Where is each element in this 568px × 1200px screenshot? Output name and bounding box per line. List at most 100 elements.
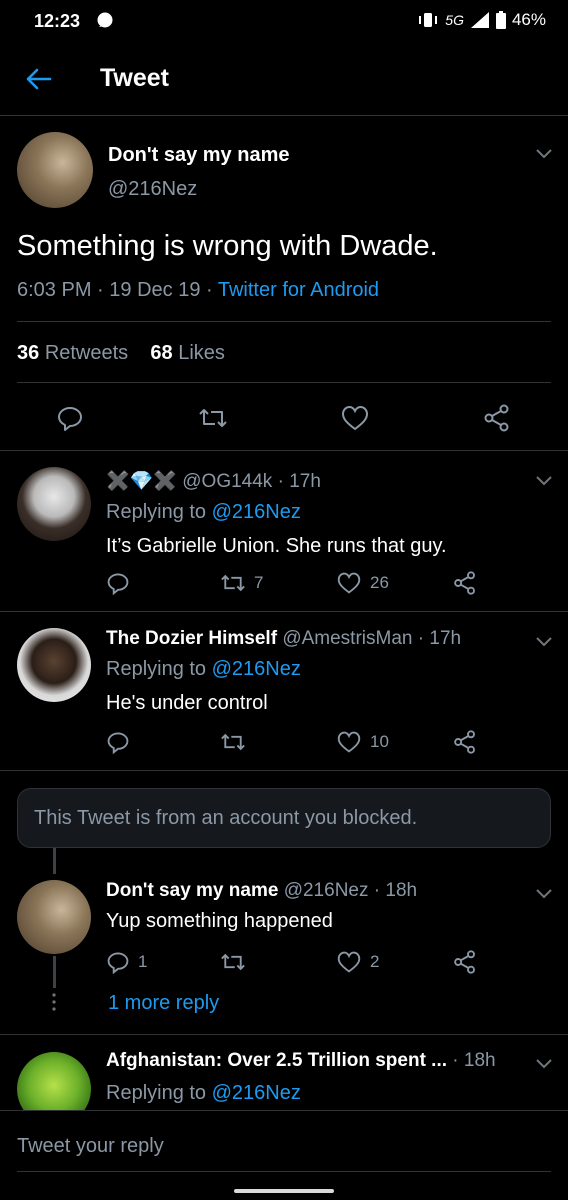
author-handle[interactable]: @OG144k: [182, 471, 272, 492]
home-indicator[interactable]: [234, 1189, 334, 1193]
author-name[interactable]: Afghanistan: Over 2.5 Trillion spent ...: [106, 1050, 447, 1071]
status-time: 12:23: [34, 11, 81, 31]
tweet-date: 19 Dec 19: [109, 279, 201, 301]
retweet-icon: [221, 733, 245, 751]
retweets-label: Retweets: [44, 342, 129, 364]
share-icon: [454, 950, 475, 974]
author-name[interactable]: The Dozier Himself: [106, 628, 277, 649]
replying-to-handle[interactable]: @216Nez: [212, 501, 301, 523]
reply-composer: Tweet your reply: [0, 1110, 568, 1200]
reply-text: He's under control: [106, 692, 268, 714]
retweet-button[interactable]: [220, 730, 246, 754]
heart-icon: [341, 405, 369, 431]
avatar[interactable]: [17, 880, 91, 954]
retweet-count: 36: [17, 342, 40, 364]
reply-tweet[interactable]: Afghanistan: Over 2.5 Trillion spent ...…: [0, 1036, 568, 1110]
tweet-time: 6:03 PM: [17, 279, 92, 301]
back-arrow-icon[interactable]: [24, 64, 54, 94]
replying-to: Replying to @216Nez: [106, 658, 301, 681]
author-handle[interactable]: @AmestrisMan: [282, 628, 412, 649]
avatar[interactable]: [17, 1052, 91, 1110]
retweet-button[interactable]: [220, 950, 246, 974]
like-count-link[interactable]: 68 Likes: [150, 342, 225, 364]
avatar[interactable]: [17, 467, 91, 541]
chevron-down-icon[interactable]: [535, 888, 553, 900]
battery-icon: [495, 11, 506, 29]
tweet-source[interactable]: Twitter for Android: [218, 279, 379, 301]
more-replies-link[interactable]: 1 more reply: [108, 992, 219, 1015]
chevron-down-icon[interactable]: [535, 636, 553, 648]
likes-label: Likes: [178, 342, 225, 364]
reply-button[interactable]: 1: [106, 950, 147, 974]
share-button[interactable]: [452, 571, 478, 595]
divider: [17, 1171, 551, 1172]
replying-to-handle[interactable]: @216Nez: [212, 1082, 301, 1104]
divider: [17, 321, 551, 322]
heart-icon: [337, 572, 361, 594]
replying-to-label: Replying to: [106, 501, 207, 523]
reply-header: The Dozier Himself @AmestrisMan · 17h: [106, 628, 462, 649]
like-button[interactable]: 10: [336, 730, 389, 754]
share-button[interactable]: [452, 730, 478, 754]
tweet-stats: 36 Retweets 68 Likes: [17, 342, 225, 365]
avatar[interactable]: [17, 628, 91, 702]
share-icon: [484, 404, 509, 432]
retweet-count-link[interactable]: 36 Retweets: [17, 342, 128, 364]
heart-icon: [337, 951, 361, 973]
blocked-tweet-notice[interactable]: This Tweet is from an account you blocke…: [17, 788, 551, 848]
reply-header: ✖️💎✖️ @OG144k · 17h: [106, 471, 321, 492]
reply-count: 1: [138, 952, 148, 971]
reply-tweet[interactable]: Don't say my name @216Nez · 18h Yup some…: [0, 860, 568, 1035]
retweet-button[interactable]: 7: [220, 571, 263, 595]
retweet-icon: [221, 574, 245, 592]
reply-time: 18h: [385, 880, 418, 901]
retweet-count: 7: [254, 573, 264, 592]
vibrate-icon: [419, 13, 438, 27]
share-button[interactable]: [482, 404, 512, 432]
retweet-button[interactable]: [198, 404, 228, 432]
battery-percent: 46%: [511, 10, 546, 29]
chevron-down-icon[interactable]: [535, 148, 553, 160]
share-icon: [454, 730, 475, 754]
reply-text: It’s Gabrielle Union. She runs that guy.: [106, 535, 447, 557]
tweet-text: Something is wrong with Dwade.: [17, 230, 438, 262]
like-count: 2: [370, 952, 380, 971]
like-button[interactable]: [340, 404, 370, 432]
replying-to: Replying to @216Nez: [106, 1082, 301, 1105]
avatar[interactable]: [17, 132, 93, 208]
reply-header: Afghanistan: Over 2.5 Trillion spent ...…: [106, 1050, 496, 1071]
reply-button[interactable]: [106, 730, 130, 754]
status-indicators: 5G 46%: [417, 10, 546, 30]
chevron-down-icon[interactable]: [535, 1058, 553, 1070]
like-button[interactable]: 26: [336, 571, 389, 595]
reply-text: Yup something happened: [106, 910, 333, 932]
replying-to-label: Replying to: [106, 658, 207, 680]
reply-time: 17h: [289, 471, 321, 492]
replying-to-label: Replying to: [106, 1082, 207, 1104]
author-handle[interactable]: @216Nez: [108, 178, 197, 201]
like-count: 26: [370, 573, 389, 592]
author-handle[interactable]: @216Nez: [284, 880, 369, 901]
reply-icon: [107, 573, 129, 595]
reply-header: Don't say my name @216Nez · 18h: [106, 880, 418, 901]
reply-button[interactable]: [56, 404, 84, 432]
reply-time: 17h: [429, 628, 462, 649]
reply-tweet[interactable]: ✖️💎✖️ @OG144k · 17h Replying to @216Nez …: [0, 451, 568, 612]
reply-icon: [107, 732, 129, 754]
reply-button[interactable]: [106, 571, 130, 595]
like-button[interactable]: 2: [336, 950, 379, 974]
author-name[interactable]: Don't say my name: [108, 144, 289, 167]
tweet-meta: 6:03 PM · 19 Dec 19 · Twitter for Androi…: [17, 279, 380, 301]
author-name[interactable]: ✖️💎✖️: [106, 471, 177, 492]
replying-to-handle[interactable]: @216Nez: [212, 658, 301, 680]
chevron-down-icon[interactable]: [535, 475, 553, 487]
signal-icon: [470, 12, 489, 28]
blocked-text: This Tweet is from an account you blocke…: [34, 807, 418, 829]
reply-tweet[interactable]: The Dozier Himself @AmestrisMan · 17h Re…: [0, 612, 568, 771]
reply-icon: [107, 952, 129, 974]
author-name[interactable]: Don't say my name: [106, 880, 278, 901]
network-type: 5G: [445, 12, 464, 28]
reply-input[interactable]: Tweet your reply: [17, 1135, 164, 1158]
share-button[interactable]: [452, 950, 478, 974]
notification-bubble-icon: [97, 12, 113, 28]
